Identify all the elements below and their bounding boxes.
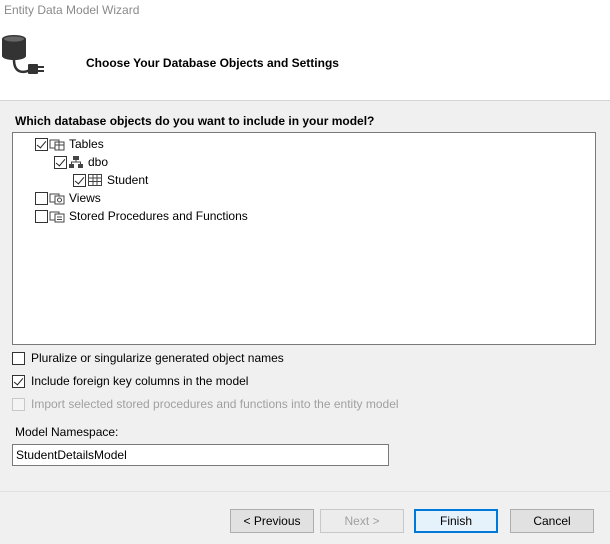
- stored-procedures-checkbox[interactable]: [35, 209, 48, 223]
- title-bar: Entity Data Model Wizard: [0, 0, 610, 20]
- namespace-label: Model Namespace:: [15, 425, 119, 439]
- student-checkbox[interactable]: [73, 173, 86, 187]
- footer-divider: [0, 491, 610, 492]
- tables-label: Tables: [69, 137, 104, 151]
- header-divider: [0, 100, 610, 101]
- objects-question: Which database objects do you want to in…: [15, 114, 375, 128]
- dbo-label: dbo: [88, 155, 109, 169]
- pluralize-label[interactable]: Pluralize or singularize generated objec…: [31, 351, 284, 365]
- window-title: Entity Data Model Wizard: [4, 3, 140, 17]
- dbo-checkbox[interactable]: [54, 155, 67, 169]
- pluralize-option[interactable]: Pluralize or singularize generated objec…: [12, 350, 284, 366]
- tree-node-stored-procedures[interactable]: Stored Procedures and Functions: [35, 208, 248, 224]
- views-label: Views: [69, 191, 101, 205]
- previous-button[interactable]: < Previous: [230, 509, 314, 533]
- import-procs-label: Import selected stored procedures and fu…: [31, 397, 399, 411]
- tree-node-tables[interactable]: Tables: [35, 136, 104, 152]
- page-heading: Choose Your Database Objects and Setting…: [86, 56, 339, 70]
- next-button: Next >: [320, 509, 404, 533]
- pluralize-checkbox[interactable]: [12, 351, 25, 365]
- views-checkbox[interactable]: [35, 191, 48, 205]
- schema-icon: [69, 156, 83, 168]
- foreign-keys-label[interactable]: Include foreign key columns in the model: [31, 374, 248, 388]
- stored-procedures-label: Stored Procedures and Functions: [69, 209, 248, 223]
- tables-folder-icon: [49, 139, 65, 151]
- tables-checkbox[interactable]: [35, 137, 48, 151]
- tree-node-student[interactable]: Student: [73, 172, 148, 188]
- finish-button[interactable]: Finish: [414, 509, 498, 533]
- import-procs-option: Import selected stored procedures and fu…: [12, 396, 399, 412]
- wizard-header: Choose Your Database Objects and Setting…: [0, 20, 610, 100]
- database-objects-tree[interactable]: Tables dbo Student Views Stored Procedur…: [12, 132, 596, 345]
- tree-node-views[interactable]: Views: [35, 190, 101, 206]
- database-plug-icon: [2, 35, 44, 74]
- tree-node-dbo[interactable]: dbo: [54, 154, 108, 170]
- student-label: Student: [107, 173, 149, 187]
- namespace-input[interactable]: [12, 444, 389, 466]
- foreign-keys-option[interactable]: Include foreign key columns in the model: [12, 373, 248, 389]
- foreign-keys-checkbox[interactable]: [12, 374, 25, 388]
- import-procs-checkbox: [12, 397, 25, 411]
- views-folder-icon: [49, 193, 65, 205]
- table-icon: [88, 174, 102, 186]
- cancel-button[interactable]: Cancel: [510, 509, 594, 533]
- stored-procedures-folder-icon: [49, 211, 65, 223]
